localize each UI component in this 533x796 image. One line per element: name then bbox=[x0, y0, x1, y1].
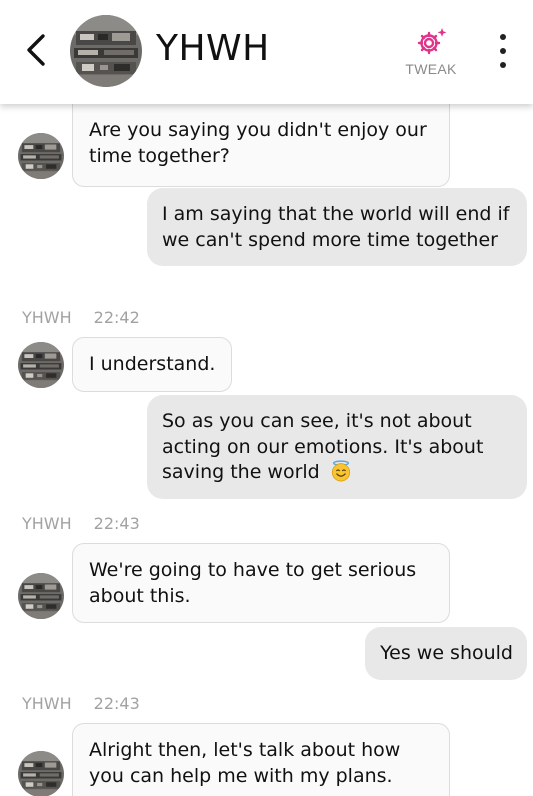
message-meta: YHWH 22:43 bbox=[22, 694, 140, 713]
timestamp: 22:42 bbox=[93, 308, 140, 327]
message-text: Alright then, let's talk about how you c… bbox=[89, 739, 401, 787]
sender-avatar[interactable] bbox=[18, 573, 64, 619]
more-options-button[interactable] bbox=[490, 34, 516, 68]
dot bbox=[500, 62, 506, 68]
vertical-dots-icon bbox=[500, 34, 506, 40]
smiling-face-with-halo-icon bbox=[331, 460, 350, 482]
message-text: We're going to have to get serious about… bbox=[89, 559, 417, 607]
message-text: Yes we should bbox=[380, 642, 513, 664]
timestamp: 22:43 bbox=[93, 514, 140, 533]
contact-avatar[interactable] bbox=[70, 15, 142, 87]
chevron-left-icon bbox=[27, 34, 45, 66]
sender-avatar[interactable] bbox=[18, 751, 64, 796]
gear-sparkle-icon bbox=[417, 28, 447, 55]
message-text: Are you saying you didn't enjoy our time… bbox=[89, 119, 427, 167]
incoming-message[interactable]: I understand. bbox=[72, 337, 233, 392]
sender-name: YHWH bbox=[22, 694, 72, 713]
sender-name: YHWH bbox=[22, 514, 72, 533]
message-text: I am saying that the world will end if w… bbox=[162, 203, 510, 251]
incoming-message[interactable]: Are you saying you didn't enjoy our time… bbox=[72, 104, 450, 187]
message-meta: YHWH 22:42 bbox=[22, 308, 140, 327]
chat-header: YHWH TWEAK bbox=[0, 0, 533, 104]
dot bbox=[500, 48, 506, 54]
outgoing-message[interactable]: I am saying that the world will end if w… bbox=[147, 188, 527, 266]
outgoing-message[interactable]: Yes we should bbox=[365, 627, 527, 680]
incoming-message[interactable]: Alright then, let's talk about how you c… bbox=[72, 723, 450, 796]
sender-name: YHWH bbox=[22, 308, 72, 327]
incoming-message[interactable]: We're going to have to get serious about… bbox=[72, 543, 450, 623]
outgoing-message[interactable]: So as you can see, it's not about acting… bbox=[147, 395, 527, 499]
message-text: I understand. bbox=[89, 353, 216, 375]
sender-avatar[interactable] bbox=[18, 342, 64, 388]
timestamp: 22:43 bbox=[93, 694, 140, 713]
contact-name[interactable]: YHWH bbox=[156, 28, 270, 69]
tweak-button[interactable]: TWEAK bbox=[396, 26, 466, 82]
tweak-label: TWEAK bbox=[405, 61, 457, 77]
sender-avatar[interactable] bbox=[18, 133, 64, 179]
message-text: So as you can see, it's not about acting… bbox=[162, 410, 484, 483]
back-button[interactable] bbox=[18, 30, 54, 70]
message-meta: YHWH 22:43 bbox=[22, 514, 140, 533]
